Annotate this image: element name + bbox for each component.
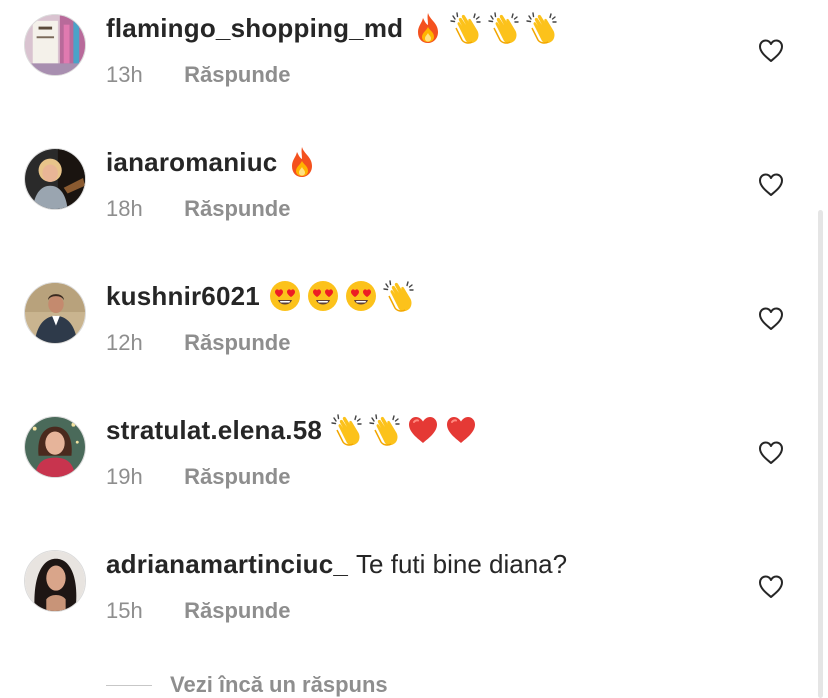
comment-username[interactable]: adrianamartinciuc_ bbox=[106, 546, 348, 582]
like-heart-icon[interactable] bbox=[758, 574, 784, 600]
heart-eyes-icon bbox=[306, 279, 340, 313]
like-heart-icon[interactable] bbox=[758, 306, 784, 332]
clap-icon bbox=[368, 413, 402, 447]
reply-button[interactable]: Răspunde bbox=[184, 330, 290, 355]
comment-item: kushnir6021 12h Răspunde bbox=[0, 268, 828, 378]
comment-time: 18h bbox=[106, 196, 143, 221]
avatar-stratulat-image bbox=[25, 417, 85, 477]
avatar[interactable] bbox=[24, 550, 86, 612]
comment-meta: 19h Răspunde bbox=[106, 462, 290, 492]
view-more-replies-label[interactable]: Vezi încă un răspuns bbox=[170, 672, 388, 698]
like-heart-icon[interactable] bbox=[758, 440, 784, 466]
emoji-group bbox=[411, 11, 559, 45]
comment-item: stratulat.elena.58 19h Răspunde bbox=[0, 402, 828, 512]
like-heart-icon[interactable] bbox=[758, 172, 784, 198]
comment-username[interactable]: flamingo_shopping_md bbox=[106, 10, 403, 46]
emoji-group bbox=[285, 145, 319, 179]
clap-icon bbox=[525, 11, 559, 45]
avatar[interactable] bbox=[24, 14, 86, 76]
clap-icon bbox=[449, 11, 483, 45]
reply-button[interactable]: Răspunde bbox=[184, 598, 290, 623]
scrollbar[interactable] bbox=[818, 210, 823, 698]
comment-item: adrianamartinciuc_ Te futi bine diana? 1… bbox=[0, 536, 828, 646]
heart-eyes-icon bbox=[268, 279, 302, 313]
reply-button[interactable]: Răspunde bbox=[184, 464, 290, 489]
fire-icon bbox=[411, 11, 445, 45]
comment-time: 12h bbox=[106, 330, 143, 355]
comment-line: ianaromaniuc bbox=[106, 144, 319, 180]
heart-eyes-icon bbox=[344, 279, 378, 313]
comment-username[interactable]: ianaromaniuc bbox=[106, 144, 277, 180]
comment-meta: 13h Răspunde bbox=[106, 60, 290, 90]
clap-icon bbox=[487, 11, 521, 45]
avatar-kushnir-image bbox=[25, 283, 85, 343]
reply-button[interactable]: Răspunde bbox=[184, 62, 290, 87]
avatar-flamingo-image bbox=[25, 15, 85, 75]
comment-meta: 15h Răspunde bbox=[106, 596, 290, 626]
comment-time: 19h bbox=[106, 464, 143, 489]
fire-icon bbox=[285, 145, 319, 179]
reply-button[interactable]: Răspunde bbox=[184, 196, 290, 221]
comment-line: adrianamartinciuc_ Te futi bine diana? bbox=[106, 546, 567, 582]
comment-meta: 18h Răspunde bbox=[106, 194, 290, 224]
avatar[interactable] bbox=[24, 282, 86, 344]
clap-icon bbox=[330, 413, 364, 447]
comment-item: flamingo_shopping_md 13h Răspunde bbox=[0, 0, 828, 110]
emoji-group bbox=[330, 413, 478, 447]
reply-divider-line bbox=[106, 684, 152, 686]
view-more-replies[interactable]: Vezi încă un răspuns bbox=[106, 668, 388, 698]
comment-line: kushnir6021 bbox=[106, 278, 416, 314]
avatar-adriana-image bbox=[25, 551, 85, 611]
like-heart-icon[interactable] bbox=[758, 38, 784, 64]
comment-item: ianaromaniuc 18h Răspunde bbox=[0, 134, 828, 244]
avatar[interactable] bbox=[24, 416, 86, 478]
comment-username[interactable]: stratulat.elena.58 bbox=[106, 412, 322, 448]
red-heart-icon bbox=[444, 413, 478, 447]
comment-time: 13h bbox=[106, 62, 143, 87]
clap-icon bbox=[382, 279, 416, 313]
comment-line: flamingo_shopping_md bbox=[106, 10, 559, 46]
avatar[interactable] bbox=[24, 148, 86, 210]
comment-text: Te futi bine diana? bbox=[356, 549, 568, 579]
comment-meta: 12h Răspunde bbox=[106, 328, 290, 358]
avatar-iana-image bbox=[25, 149, 85, 209]
comment-username[interactable]: kushnir6021 bbox=[106, 278, 260, 314]
comment-line: stratulat.elena.58 bbox=[106, 412, 478, 448]
comment-time: 15h bbox=[106, 598, 143, 623]
emoji-group bbox=[268, 279, 416, 313]
comments-panel: flamingo_shopping_md 13h Răspunde ianaro… bbox=[0, 0, 828, 698]
red-heart-icon bbox=[406, 413, 440, 447]
